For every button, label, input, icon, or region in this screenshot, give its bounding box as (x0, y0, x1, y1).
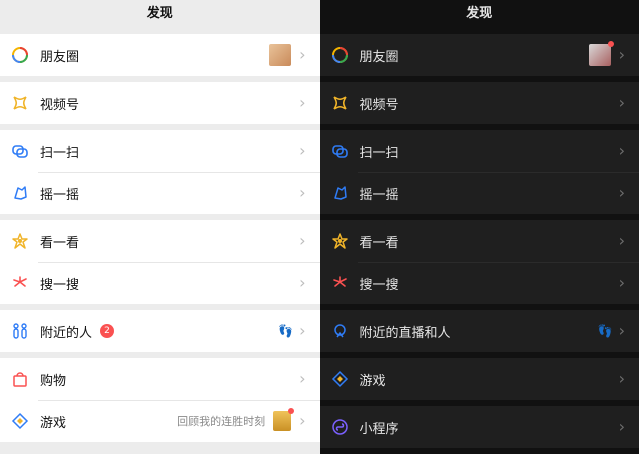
menu-item-mini-programs[interactable]: 小程序 › (319, 406, 639, 448)
menu-item-scan[interactable]: 扫一扫 › (319, 130, 639, 172)
top-stories-icon (10, 231, 30, 251)
chevron-right-icon: › (299, 273, 306, 292)
dark-discover-panel: 发现 朋友圈 › 视频号 › 扫一扫 › 摇一摇 › 看一看 › 搜一搜 › 附… (319, 0, 639, 454)
moments-icon (10, 45, 30, 65)
menu-item-search[interactable]: 搜一搜 › (0, 262, 320, 304)
chevron-right-icon: › (299, 183, 306, 202)
chevron-right-icon: › (299, 45, 306, 64)
menu-label: 摇一摇 (40, 187, 80, 203)
page-title: 发现 (146, 6, 173, 21)
menu-item-channels[interactable]: 视频号 › (0, 82, 320, 124)
menu-label: 摇一摇 (359, 187, 399, 203)
shake-icon (10, 183, 30, 203)
unread-count-badge: 2 (100, 324, 115, 338)
group-scan-shake: 扫一扫 › 摇一摇 › (319, 130, 639, 214)
mini-programs-icon (330, 417, 350, 437)
chevron-right-icon: › (618, 93, 625, 112)
footprint-icon: 👣 (597, 324, 613, 338)
channels-icon (330, 93, 350, 113)
group-channels: 视频号 › (319, 82, 639, 124)
menu-item-moments[interactable]: 朋友圈 › (0, 34, 320, 76)
menu-item-top-stories[interactable]: 看一看 › (0, 220, 320, 262)
chevron-right-icon: › (618, 45, 625, 64)
group-scan-shake: 扫一扫 › 摇一摇 › (0, 130, 320, 214)
channels-icon (10, 93, 30, 113)
menu-item-shake[interactable]: 摇一摇 › (319, 172, 639, 214)
menu-item-top-stories[interactable]: 看一看 › (319, 220, 639, 262)
nearby-people-icon (330, 321, 350, 341)
group-nearby: 附近的人 2 👣 › (0, 310, 320, 352)
menu-label: 视频号 (40, 97, 80, 113)
menu-item-moments[interactable]: 朋友圈 › (319, 34, 639, 76)
menu-label: 视频号 (359, 97, 399, 113)
group-mini-programs: 小程序 › (319, 406, 639, 448)
game-thumbnail (273, 408, 295, 431)
light-discover-panel: 发现 朋友圈 › 视频号 › 扫一扫 › 摇一摇 › 看一看 › 搜一搜 › 附… (0, 0, 320, 454)
group-top-stories-search: 看一看 › 搜一搜 › (0, 220, 320, 304)
menu-item-games[interactable]: 游戏 回顾我的连胜时刻 › (0, 400, 320, 442)
group-games: 游戏 › (319, 358, 639, 400)
scan-icon (330, 141, 350, 161)
menu-label: 朋友圈 (40, 49, 80, 65)
footprint-icon: 👣 (278, 324, 294, 338)
menu-label: 搜一搜 (40, 277, 80, 293)
menu-label: 小程序 (359, 421, 399, 437)
menu-item-channels[interactable]: 视频号 › (319, 82, 639, 124)
scan-icon (10, 141, 30, 161)
menu-item-shake[interactable]: 摇一摇 › (0, 172, 320, 214)
discover-screens: 发现 朋友圈 › 视频号 › 扫一扫 › 摇一摇 › 看一看 › 搜一搜 › 附… (0, 0, 639, 454)
menu-label: 购物 (40, 373, 67, 389)
menu-item-scan[interactable]: 扫一扫 › (0, 130, 320, 172)
chevron-right-icon: › (299, 141, 306, 160)
menu-item-games[interactable]: 游戏 › (319, 358, 639, 400)
games-promo-text: 回顾我的连胜时刻 (177, 415, 266, 428)
group-moments: 朋友圈 › (0, 34, 320, 76)
moments-icon (330, 45, 350, 65)
chevron-right-icon: › (618, 231, 625, 250)
shopping-bag-icon (10, 369, 30, 389)
menu-label: 游戏 (359, 373, 386, 389)
shake-icon (330, 183, 350, 203)
menu-item-search[interactable]: 搜一搜 › (319, 262, 639, 304)
menu-item-nearby-people[interactable]: 附近的人 2 👣 › (0, 310, 320, 352)
menu-label: 看一看 (359, 235, 399, 251)
nearby-people-icon (10, 321, 30, 341)
group-nearby: 附近的直播和人 👣 › (319, 310, 639, 352)
search-icon (330, 273, 350, 293)
menu-label: 搜一搜 (359, 277, 399, 293)
group-channels: 视频号 › (0, 82, 320, 124)
group-shopping-games: 购物 › 游戏 回顾我的连胜时刻 › (0, 358, 320, 442)
chevron-right-icon: › (299, 231, 306, 250)
group-moments: 朋友圈 › (319, 34, 639, 76)
chevron-right-icon: › (299, 93, 306, 112)
games-icon (330, 369, 350, 389)
menu-label: 朋友圈 (359, 49, 399, 65)
group-top-stories-search: 看一看 › 搜一搜 › (319, 220, 639, 304)
new-dot (288, 408, 295, 414)
menu-label: 扫一扫 (40, 145, 80, 161)
menu-label: 附近的直播和人 (359, 325, 451, 341)
chevron-right-icon: › (299, 369, 306, 388)
search-icon (10, 273, 30, 293)
menu-label: 扫一扫 (359, 145, 399, 161)
menu-label: 游戏 (40, 415, 67, 431)
chevron-right-icon: › (299, 321, 306, 340)
menu-item-shopping[interactable]: 购物 › (0, 358, 320, 400)
top-stories-icon (330, 231, 350, 251)
page-title: 发现 (466, 6, 493, 21)
menu-label: 看一看 (40, 235, 80, 251)
chevron-right-icon: › (299, 411, 306, 430)
menu-label: 附近的人 (40, 325, 93, 341)
chevron-right-icon: › (618, 183, 625, 202)
chevron-right-icon: › (618, 369, 625, 388)
moments-preview-thumbnail (269, 44, 292, 66)
games-icon (10, 411, 30, 431)
menu-item-nearby-live-and-people[interactable]: 附近的直播和人 👣 › (319, 310, 639, 352)
chevron-right-icon: › (618, 141, 625, 160)
chevron-right-icon: › (618, 321, 625, 340)
moments-preview-thumbnail (588, 41, 614, 66)
chevron-right-icon: › (618, 273, 625, 292)
new-dot (607, 41, 614, 47)
chevron-right-icon: › (618, 417, 625, 436)
